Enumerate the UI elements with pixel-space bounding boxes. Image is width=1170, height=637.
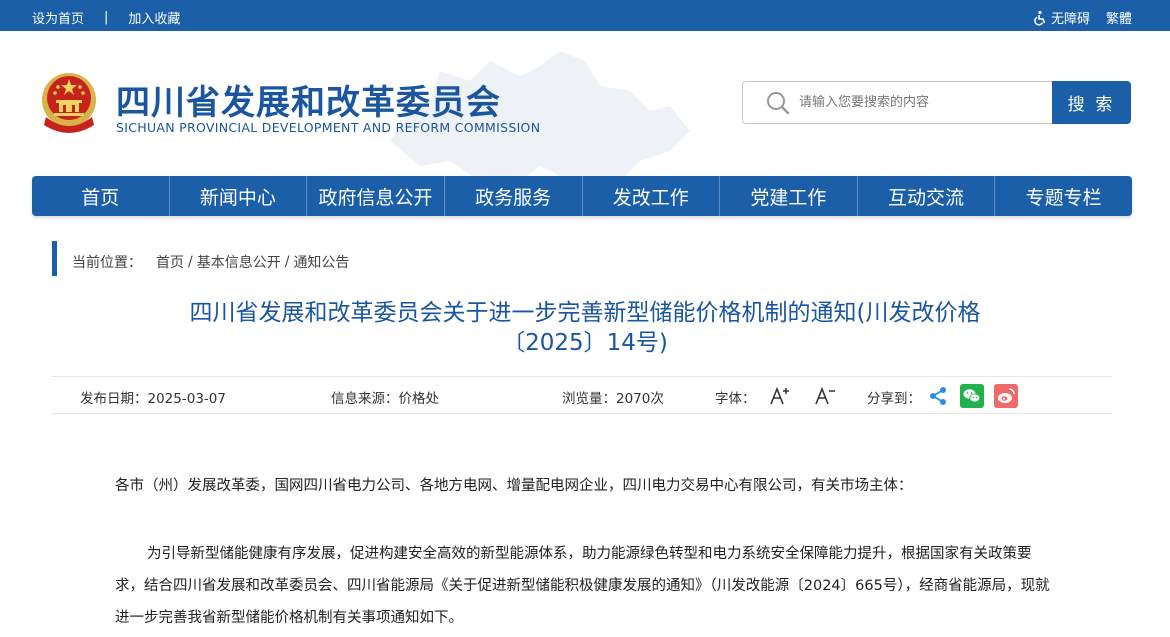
wechat-icon[interactable] xyxy=(960,384,984,408)
add-favorite-link[interactable]: 加入收藏 xyxy=(128,8,180,27)
site-header: 四川省发展和改革委员会 SICHUAN PROVINCIAL DEVELOPME… xyxy=(0,31,1170,176)
accessibility-label: 无障碍 xyxy=(1050,12,1090,27)
article-body: 各市（州）发展改革委，国网四川省电力公司、各地方电网、增量配电网企业，四川电力交… xyxy=(115,470,1055,634)
accessibility-icon xyxy=(1034,10,1046,26)
breadcrumb-separator: / xyxy=(188,254,193,270)
search-box xyxy=(742,81,1053,124)
breadcrumb: 当前位置： 首页 / 基本信息公开 / 通知公告 xyxy=(72,252,349,272)
search-input[interactable] xyxy=(799,95,1039,110)
article-paragraph: 各市（州）发展改革委，国网四川省电力公司、各地方电网、增量配电网企业，四川电力交… xyxy=(115,478,913,494)
traditional-chinese-label: 繁體 xyxy=(1105,12,1132,27)
nav-item-gov-services[interactable]: 政务服务 xyxy=(443,176,582,216)
font-decrease-icon[interactable] xyxy=(814,386,836,406)
article-title: 四川省发展和改革委员会关于进一步完善新型储能价格机制的通知(川发改价格 〔202… xyxy=(110,298,1060,358)
nav-item-news[interactable]: 新闻中心 xyxy=(168,176,307,216)
breadcrumb-separator: / xyxy=(284,254,290,270)
search-icon xyxy=(767,91,790,114)
site-title: 四川省发展和改革委员会 xyxy=(116,83,501,123)
set-homepage-link[interactable]: 设为首页 xyxy=(32,8,84,27)
view-count: 浏览量：2070次 xyxy=(562,391,664,407)
font-size-label: 字体： xyxy=(715,391,756,407)
top-bar: 设为首页 | 加入收藏 无障碍 繁體 xyxy=(0,0,1170,31)
breadcrumb-notices[interactable]: 通知公告 xyxy=(293,252,349,272)
article-meta: 发布日期：2025-03-07 信息来源：价格处 浏览量：2070次 字体： 分… xyxy=(52,376,1112,414)
share-label: 分享到： xyxy=(867,391,921,407)
font-increase-icon[interactable] xyxy=(769,386,791,406)
breadcrumb-basic-info[interactable]: 基本信息公开 xyxy=(197,252,281,272)
main-nav: 首页 新闻中心 政府信息公开 政务服务 发改工作 党建工作 互动交流 专题专栏 xyxy=(32,176,1132,216)
article-title-line-2: 〔2025〕14号) xyxy=(502,330,668,356)
breadcrumb-label: 当前位置： xyxy=(72,255,142,271)
nav-item-reform-work[interactable]: 发改工作 xyxy=(581,176,720,216)
share-icon[interactable] xyxy=(928,386,948,406)
top-bar-right: 无障碍 繁體 xyxy=(1032,8,1132,27)
site-subtitle: SICHUAN PROVINCIAL DEVELOPMENT AND REFOR… xyxy=(116,120,541,135)
top-bar-separator: | xyxy=(104,10,109,25)
top-bar-left: 设为首页 | 加入收藏 xyxy=(32,8,180,27)
info-source: 信息来源：价格处 xyxy=(331,391,439,407)
search-button[interactable]: 搜 索 xyxy=(1052,81,1131,124)
nav-item-home[interactable]: 首页 xyxy=(32,176,169,216)
weibo-icon[interactable] xyxy=(994,384,1018,408)
accessibility-link[interactable]: 无障碍 xyxy=(1032,8,1090,27)
traditional-chinese-link[interactable]: 繁體 xyxy=(1106,8,1132,27)
nav-item-party-building[interactable]: 党建工作 xyxy=(719,176,857,216)
breadcrumb-accent-bar xyxy=(52,241,57,276)
national-emblem-icon xyxy=(42,73,96,133)
article-paragraph: 为引导新型储能健康有序发展，促进构建安全高效的新型能源体系，助力能源绿色转型和电… xyxy=(115,546,1050,626)
nav-item-interaction[interactable]: 互动交流 xyxy=(856,176,995,216)
publish-date: 发布日期：2025-03-07 xyxy=(80,391,226,407)
breadcrumb-home[interactable]: 首页 xyxy=(156,252,184,272)
nav-item-special-topics[interactable]: 专题专栏 xyxy=(994,176,1132,216)
article-title-line-1: 四川省发展和改革委员会关于进一步完善新型储能价格机制的通知(川发改价格 xyxy=(189,300,981,326)
nav-item-gov-info[interactable]: 政府信息公开 xyxy=(306,176,444,216)
